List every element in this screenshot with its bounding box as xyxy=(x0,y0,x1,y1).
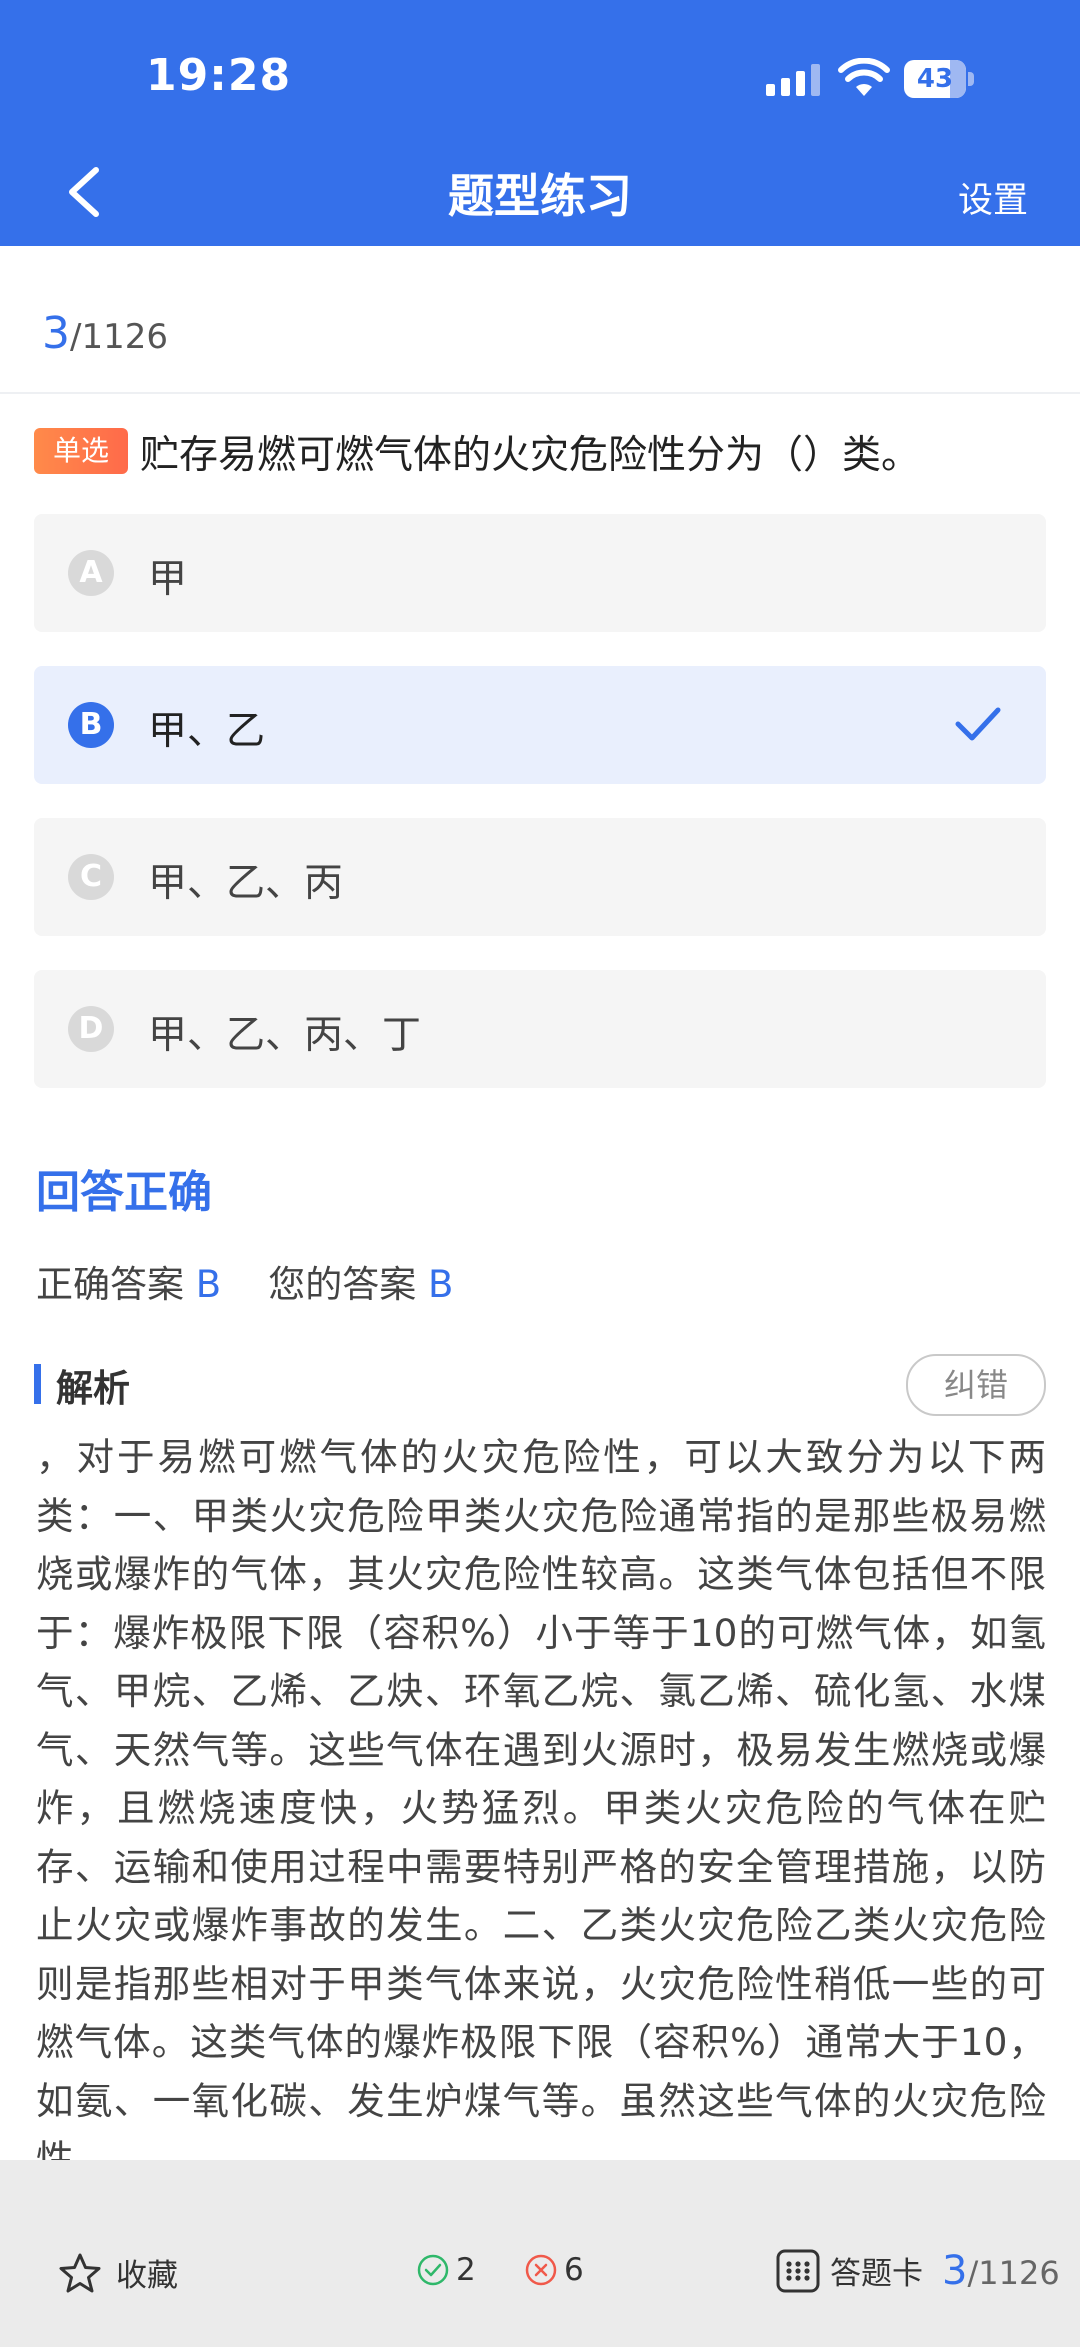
progress-current: 3 xyxy=(42,308,70,359)
option-text: 甲、乙、丙 xyxy=(148,861,344,906)
cellular-signal-icon xyxy=(766,64,820,96)
option-letter: D xyxy=(68,1006,114,1052)
result-title: 回答正确 xyxy=(36,1167,212,1218)
question-type-badge: 单选 xyxy=(34,428,128,474)
your-answer-label: 您的答案 xyxy=(268,1263,417,1306)
correct-answer-value: B xyxy=(195,1263,222,1306)
wrong-count: 6 xyxy=(524,2252,584,2288)
bottom-progress-total: /1126 xyxy=(967,2254,1060,2292)
answer-card-label: 答题卡 xyxy=(830,2256,923,2292)
check-circle-icon xyxy=(417,2254,449,2286)
option-a[interactable]: A 甲 xyxy=(34,514,1046,632)
analysis-heading: 解析 xyxy=(56,1367,130,1410)
page-title: 题型练习 xyxy=(448,169,632,223)
analysis-text: ，对于易燃可燃气体的火灾危险性，可以大致分为以下两类：一、甲类火灾危险甲类火灾危… xyxy=(36,1435,1046,2160)
x-circle-icon xyxy=(525,2254,557,2286)
option-letter: C xyxy=(68,854,114,900)
correct-answer-label: 正确答案 xyxy=(36,1263,184,1306)
answer-card-button[interactable]: 答题卡 xyxy=(776,2248,923,2293)
bottom-progress: 3/1126 xyxy=(942,2248,1060,2294)
option-d[interactable]: D 甲、乙、丙、丁 xyxy=(34,970,1046,1088)
option-b[interactable]: B 甲、乙 xyxy=(34,666,1046,784)
analysis-accent-bar xyxy=(34,1364,41,1404)
battery-level: 43 xyxy=(916,64,954,94)
star-icon xyxy=(59,2253,101,2292)
correct-count-value: 2 xyxy=(456,2252,476,2288)
favorite-button[interactable]: 收藏 xyxy=(58,2250,178,2295)
checkmark-icon xyxy=(955,707,1001,741)
bottom-progress-current: 3 xyxy=(942,2248,968,2294)
option-text: 甲 xyxy=(148,557,188,602)
option-text: 甲、乙 xyxy=(148,709,266,754)
settings-button[interactable]: 设置 xyxy=(958,172,1028,223)
option-c[interactable]: C 甲、乙、丙 xyxy=(34,818,1046,936)
option-letter: B xyxy=(68,702,114,748)
app-header: 19:28 43 题型练习 设置 xyxy=(0,0,1080,246)
correct-count: 2 xyxy=(416,2252,476,2288)
progress-total: /1126 xyxy=(70,317,168,357)
wifi-icon xyxy=(838,58,890,96)
option-letter: A xyxy=(68,550,114,596)
grid-icon xyxy=(776,2249,820,2292)
wrong-count-value: 6 xyxy=(564,2252,584,2288)
bottom-bar: 收藏 2 6 答题卡 3/1126 xyxy=(0,2160,1080,2347)
question-text: 贮存易燃可燃气体的火灾危险性分为（）类。 xyxy=(140,433,921,478)
question-progress: 3/1126 xyxy=(42,308,168,359)
report-error-button[interactable]: 纠错 xyxy=(906,1354,1046,1416)
your-answer-value: B xyxy=(427,1263,454,1306)
status-time: 19:28 xyxy=(146,50,292,101)
favorite-label: 收藏 xyxy=(116,2258,178,2294)
divider xyxy=(0,392,1080,394)
battery-icon: 43 xyxy=(904,60,974,98)
answer-summary: 正确答案 B 您的答案 B xyxy=(36,1254,453,1308)
option-text: 甲、乙、丙、丁 xyxy=(148,1013,422,1058)
